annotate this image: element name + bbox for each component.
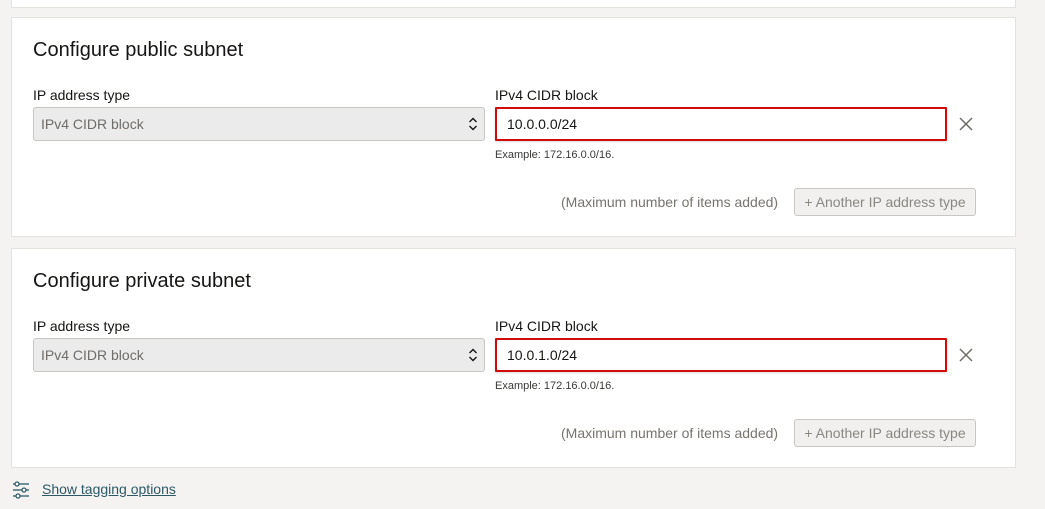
private-ip-type-label: IP address type — [33, 318, 131, 334]
private-max-items-note: (Maximum number of items added) — [561, 425, 779, 441]
public-ip-type-label: IP address type — [33, 87, 131, 103]
private-ip-type-value: IPv4 CIDR block — [41, 347, 144, 363]
private-add-ip-type-button[interactable]: + Another IP address type — [794, 419, 976, 447]
remove-cidr-close-icon[interactable] — [958, 347, 974, 363]
chevron-up-down-icon — [469, 117, 477, 131]
previous-section-panel — [11, 0, 1016, 8]
public-max-items-note: (Maximum number of items added) — [561, 194, 779, 210]
private-subnet-panel: Configure private subnet IP address type… — [11, 248, 1016, 468]
private-cidr-label: IPv4 CIDR block — [495, 318, 598, 334]
public-cidr-example: Example: 172.16.0.0/16. — [495, 149, 615, 161]
show-tagging-options-link[interactable]: Show tagging options — [42, 481, 176, 497]
remove-cidr-close-icon[interactable] — [958, 116, 974, 132]
private-subnet-title: Configure private subnet — [33, 270, 251, 292]
private-cidr-input[interactable]: 10.0.1.0/24 — [495, 338, 947, 372]
public-subnet-panel: Configure public subnet IP address type … — [11, 17, 1016, 237]
public-ip-type-value: IPv4 CIDR block — [41, 116, 144, 132]
public-ip-type-select[interactable]: IPv4 CIDR block — [33, 107, 485, 141]
private-ip-type-select[interactable]: IPv4 CIDR block — [33, 338, 485, 372]
public-cidr-input[interactable]: 10.0.0.0/24 — [495, 107, 947, 141]
public-cidr-label: IPv4 CIDR block — [495, 87, 598, 103]
chevron-up-down-icon — [469, 348, 477, 362]
sliders-icon — [13, 481, 29, 499]
private-cidr-example: Example: 172.16.0.0/16. — [495, 380, 615, 392]
public-add-ip-type-button[interactable]: + Another IP address type — [794, 188, 976, 216]
public-subnet-title: Configure public subnet — [33, 39, 244, 61]
